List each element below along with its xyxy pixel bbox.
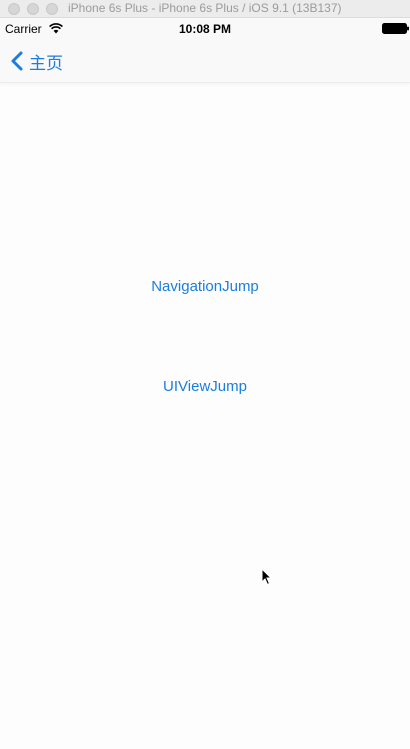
status-time: 10:08 PM [178, 22, 232, 36]
back-button-label: 主页 [29, 53, 63, 74]
navigation-bar: 主页 [0, 40, 410, 83]
simulator-titlebar: iPhone 6s Plus - iPhone 6s Plus / iOS 9.… [0, 0, 410, 18]
chevron-left-icon [11, 51, 23, 71]
mouse-cursor-icon [261, 568, 273, 586]
zoom-window-button[interactable] [46, 3, 58, 15]
close-window-button[interactable] [8, 3, 20, 15]
uiview-jump-button[interactable]: UIViewJump [0, 378, 410, 395]
back-button[interactable]: 主页 [10, 49, 63, 74]
simulator-window: iPhone 6s Plus - iPhone 6s Plus / iOS 9.… [0, 0, 410, 749]
status-bar: Carrier 10:08 PM [0, 18, 410, 40]
window-title: iPhone 6s Plus - iPhone 6s Plus / iOS 9.… [68, 1, 342, 15]
minimize-window-button[interactable] [27, 3, 39, 15]
battery-icon [382, 23, 409, 34]
navigation-jump-button[interactable]: NavigationJump [0, 278, 410, 295]
